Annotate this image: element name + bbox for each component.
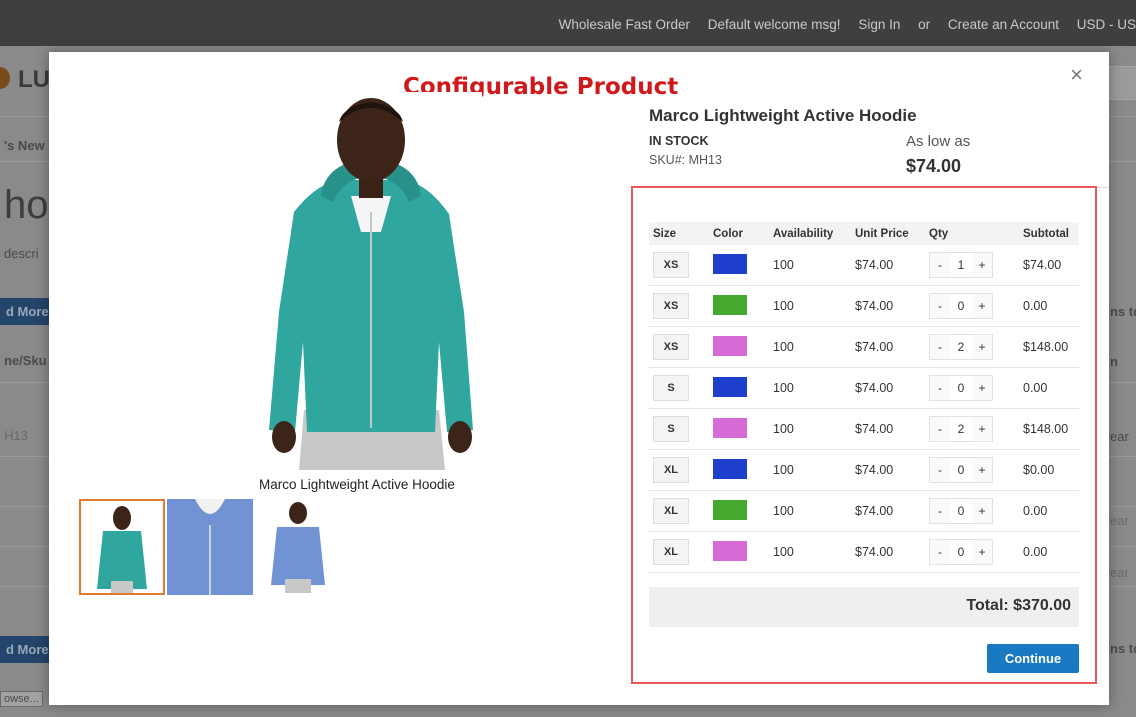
thumbnail-front[interactable]: [79, 499, 165, 595]
page-description: descri: [4, 246, 39, 261]
product-name: Marco Lightweight Active Hoodie: [649, 106, 917, 125]
wholesale-fast-order-link[interactable]: Wholesale Fast Order: [559, 17, 690, 32]
thumbnail-front-icon: [97, 506, 147, 593]
right-text: n: [1110, 354, 1118, 369]
header-links: Wholesale Fast Order Default welcome msg…: [559, 17, 1136, 32]
sign-in-link[interactable]: Sign In: [858, 17, 900, 32]
product-main-image: [259, 92, 482, 470]
right-text: ear: [1110, 513, 1129, 528]
create-account-link[interactable]: Create an Account: [948, 17, 1059, 32]
stock-status: IN STOCK: [649, 134, 709, 148]
thumbnail-detail-icon: [167, 499, 253, 595]
or-text: or: [918, 17, 931, 32]
browse-button: owse...: [0, 691, 43, 707]
top-header-bar: Wholesale Fast Order Default welcome msg…: [0, 0, 1136, 46]
nav-item: 's New: [4, 138, 45, 153]
right-text: ns to: [1110, 304, 1136, 319]
right-text: ear: [1110, 429, 1129, 444]
thumbnail-back[interactable]: [255, 499, 341, 595]
right-text: ear: [1110, 565, 1129, 580]
highlight-box: [631, 186, 1097, 684]
product-image-caption: Marco Lightweight Active Hoodie: [259, 477, 455, 492]
close-icon[interactable]: ×: [1070, 64, 1083, 86]
thumbnail-back-icon: [271, 502, 325, 593]
logo-text: LU: [18, 66, 50, 93]
thumbnail-detail[interactable]: [167, 499, 253, 595]
logo-icon: [0, 67, 10, 89]
read-more-button: d More: [0, 298, 55, 325]
product-price: $74.00: [906, 156, 962, 176]
sku-text: H13: [4, 428, 28, 443]
read-more-button-bottom: d More: [0, 636, 55, 663]
product-sku: SKU#: MH13: [649, 153, 722, 167]
currency-switcher[interactable]: USD - US: [1077, 17, 1136, 32]
right-text: ns to: [1110, 641, 1136, 656]
welcome-message: Default welcome msg!: [707, 17, 841, 32]
column-header: ne/Sku: [4, 353, 47, 368]
page-heading: ho: [4, 183, 49, 227]
as-low-as-label: As low as: [906, 133, 971, 150]
